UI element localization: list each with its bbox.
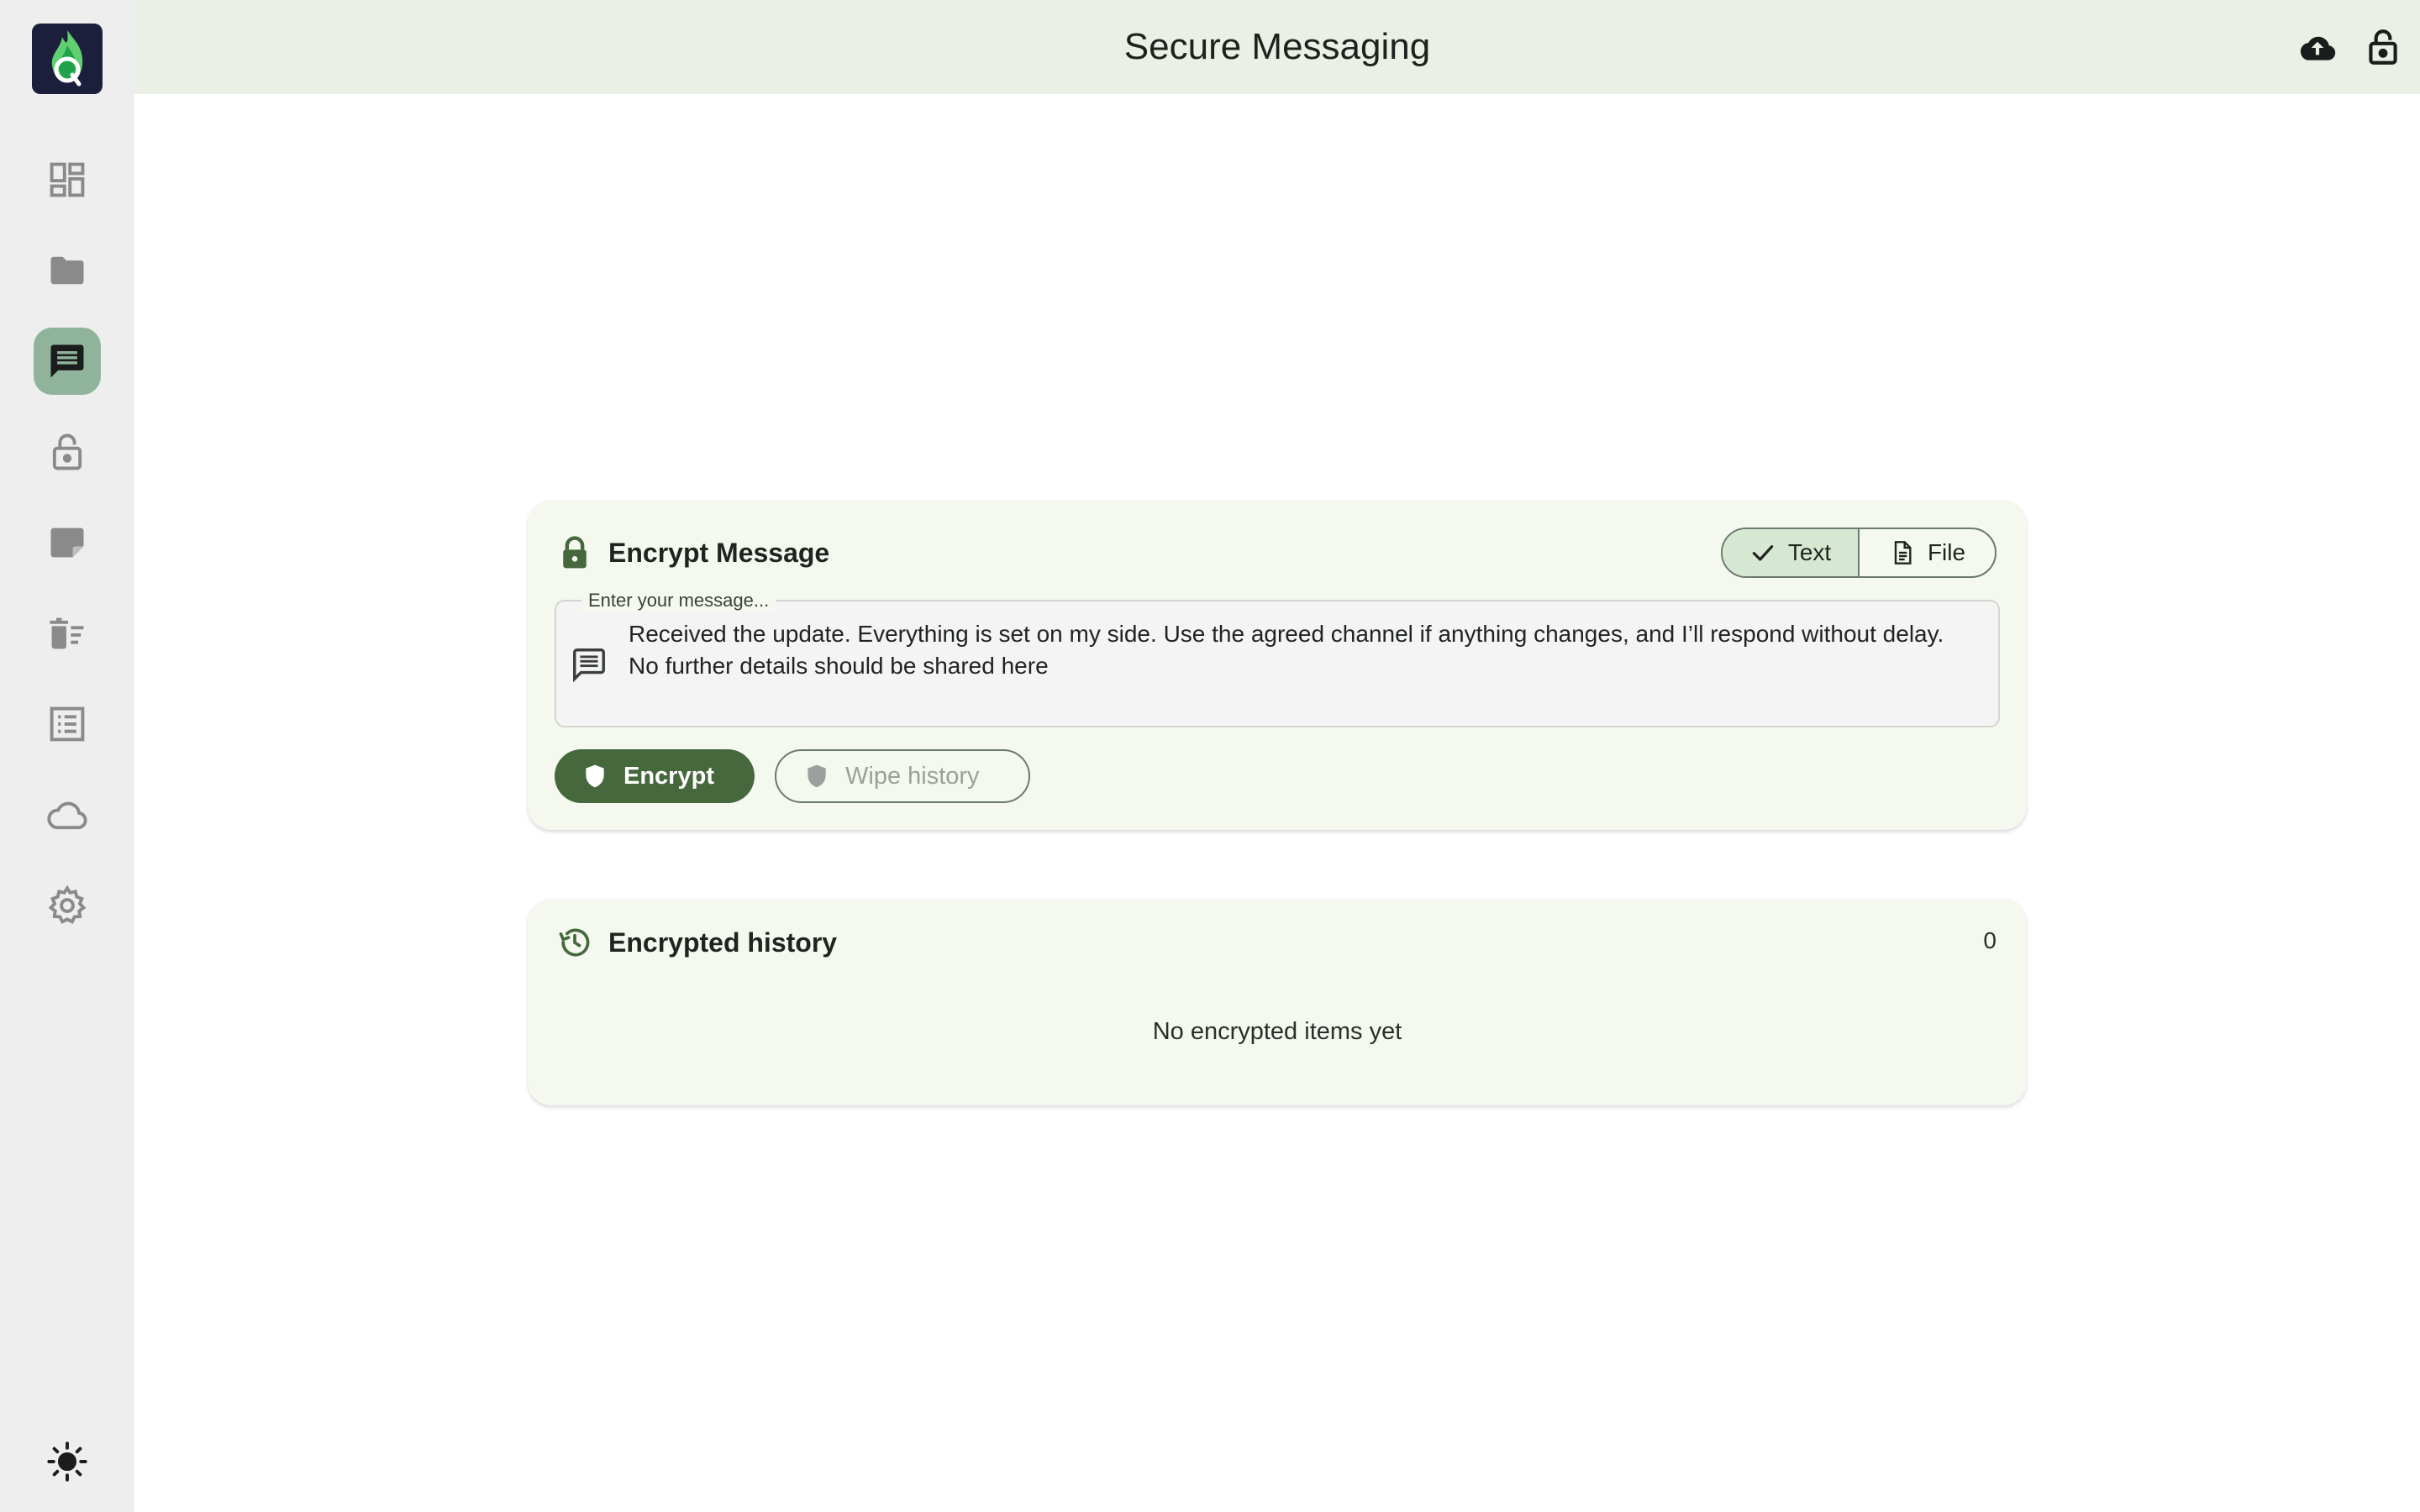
sun-icon [47, 1441, 87, 1482]
message-input-label: Enter your message... [581, 590, 776, 612]
wipe-history-button-label: Wipe history [845, 762, 980, 790]
nav-list[interactable] [34, 690, 101, 758]
nav-lock[interactable] [34, 418, 101, 486]
nav-messaging[interactable] [34, 328, 101, 395]
gear-icon [48, 885, 87, 924]
lock-button[interactable] [2360, 24, 2407, 71]
shield-icon [586, 764, 604, 788]
wipe-history-button[interactable]: Wipe history [775, 749, 1030, 803]
encrypted-history-card: Encrypted history 0 No encrypted items y… [528, 899, 2027, 1105]
dashboard-icon [50, 162, 85, 197]
cloud-upload-icon [2300, 36, 2336, 60]
nav-files[interactable] [34, 237, 101, 304]
cloud-upload-button[interactable] [2294, 24, 2341, 71]
list-icon [50, 706, 85, 742]
history-count: 0 [1983, 927, 1996, 953]
nav-dashboard[interactable] [34, 146, 101, 213]
cloud-icon [47, 801, 87, 830]
sidebar [0, 0, 134, 1512]
mode-text-button[interactable]: Text [1723, 529, 1860, 576]
message-icon [573, 648, 605, 683]
encrypt-button-label: Encrypt [623, 762, 714, 790]
check-icon [1752, 545, 1774, 561]
delete-sweep-icon [50, 617, 84, 649]
app-logo-icon [51, 30, 83, 87]
nav-settings[interactable] [34, 872, 101, 939]
app-logo[interactable] [32, 24, 103, 94]
shield-icon [808, 764, 826, 788]
history-icon [559, 928, 590, 957]
encrypt-button[interactable]: Encrypt [555, 749, 755, 803]
note-icon [50, 528, 84, 558]
message-icon [50, 344, 84, 378]
encrypt-card-title: Encrypt Message [608, 538, 830, 568]
folder-icon [50, 256, 84, 285]
nav-delete-queue[interactable] [34, 600, 101, 667]
nav-notes[interactable] [34, 509, 101, 576]
message-input-value: Received the update. Everything is set o… [629, 621, 1944, 679]
lock-open-icon [52, 433, 82, 470]
message-input[interactable]: Enter your message... Received the updat… [555, 590, 2000, 727]
mode-file-button[interactable]: File [1860, 529, 1995, 576]
file-icon [1894, 541, 1912, 564]
mode-text-label: Text [1787, 539, 1832, 565]
mode-file-label: File [1927, 539, 1966, 565]
mode-toggle: Text File [1721, 528, 1996, 578]
encrypt-message-card: Encrypt Message Text File Enter your mes… [528, 501, 2027, 830]
lock-icon [563, 536, 587, 569]
nav-cloud[interactable] [34, 781, 101, 848]
theme-toggle-button[interactable] [34, 1428, 101, 1495]
top-app-bar: Secure Messaging [134, 0, 2420, 94]
lock-open-icon [2369, 29, 2397, 65]
history-card-title: Encrypted history [608, 927, 838, 958]
page-title: Secure Messaging [1123, 26, 1431, 67]
history-empty-state: No encrypted items yet [1152, 1018, 1402, 1045]
